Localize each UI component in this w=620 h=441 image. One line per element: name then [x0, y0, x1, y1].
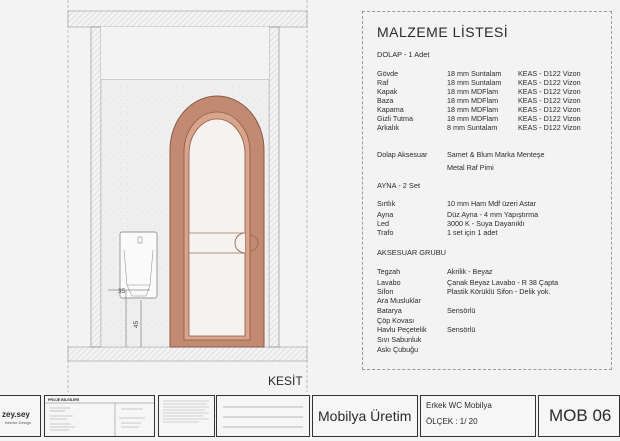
- list-item: Kapak: [377, 87, 398, 96]
- right-post: [268, 26, 280, 348]
- left-post: [90, 26, 102, 348]
- list-item: Samet & Blum Marka Menteşe: [447, 150, 545, 159]
- sheet-code: MOB 06: [549, 406, 612, 425]
- project-info-grid: [45, 402, 154, 436]
- list-item: Trafo: [377, 228, 394, 237]
- spec: 1 set için 1 adet: [447, 228, 498, 237]
- arched-mirror-frame: [169, 95, 265, 348]
- section-heading-dolap-aksesuar: Dolap Aksesuar: [377, 150, 428, 159]
- spec: 18 mm MDFlam: [447, 114, 499, 123]
- list-item: Led: [377, 219, 389, 228]
- list-item: Baza: [377, 96, 394, 105]
- project-name: Erkek WC Mobilya: [426, 401, 492, 410]
- sheet-code-box: MOB 06: [538, 395, 620, 437]
- project-scale-box: Erkek WC Mobilya ÖLÇEK : 1/ 20: [420, 395, 536, 437]
- spec: 18 mm MDFlam: [447, 87, 499, 96]
- spec: Sensörlü: [447, 325, 476, 334]
- list-item: Batarya: [377, 306, 402, 315]
- view-label: KESİT: [268, 374, 303, 388]
- discipline-title: Mobilya Üretim: [318, 408, 412, 424]
- scale-label: ÖLÇEK : 1/ 20: [426, 417, 478, 426]
- spec: Sensörlü: [447, 306, 476, 315]
- ceiling-slab: [67, 10, 308, 28]
- list-item: Lavabo: [377, 278, 401, 287]
- code: KEAS - D122 Vizon: [518, 114, 581, 123]
- logo: zey.sey: [2, 410, 30, 419]
- list-item: Havlu Peçetelik: [377, 325, 427, 334]
- code: KEAS - D122 Vizon: [518, 69, 581, 78]
- svg-text:45: 45: [133, 320, 140, 328]
- list-item: Metal Raf Pimi: [447, 163, 494, 172]
- list-item: Sırtlık: [377, 199, 396, 208]
- material-list-title: MALZEME LİSTESİ: [377, 24, 509, 40]
- logo-box: zey.sey Interior Design: [0, 395, 41, 437]
- section-heading-dolap: DOLAP - 1 Adet: [377, 50, 430, 59]
- section-heading-aksesuar-grubu: AKSESUAR GRUBU: [377, 248, 446, 257]
- list-item: Sıvı Sabunluk: [377, 335, 422, 344]
- notes-text: [163, 400, 209, 423]
- spec: 18 mm Suntalam: [447, 78, 502, 87]
- section-heading-ayna: AYNA - 2 Set: [377, 181, 420, 190]
- code: KEAS - D122 Vizon: [518, 87, 581, 96]
- revision-box: [216, 395, 310, 437]
- spec: Akrilik - Beyaz: [447, 267, 493, 276]
- spec: 3000 K - Suya Dayanıklı: [447, 219, 525, 228]
- spec: Çanak Beyaz Lavabo - R 38 Çapta: [447, 278, 559, 287]
- code: KEAS - D122 Vizon: [518, 78, 581, 87]
- list-item: Raf: [377, 78, 389, 87]
- list-item: Kapama: [377, 105, 404, 114]
- list-item: Gövde: [377, 69, 399, 78]
- material-list-panel: MALZEME LİSTESİ DOLAP - 1 Adet Gövde 18 …: [362, 11, 612, 370]
- list-item: Çöp Kovası: [377, 316, 415, 325]
- svg-text:35: 35: [118, 288, 126, 295]
- spec: Plastik Körüklü Sifon - Delik yok.: [447, 287, 551, 296]
- revision-lines: [223, 406, 303, 428]
- spec: 18 mm Suntalam: [447, 69, 502, 78]
- spec: 18 mm MDFlam: [447, 105, 499, 114]
- list-item: Ayna: [377, 210, 394, 219]
- spec: 8 mm Suntalam: [447, 123, 498, 132]
- code: KEAS - D122 Vizon: [518, 96, 581, 105]
- spec: 18 mm MDFlam: [447, 96, 499, 105]
- spec: Düz Ayna - 4 mm Yapıştırma: [447, 210, 539, 219]
- floor-slab: [67, 346, 308, 362]
- section-drawing: 35 45: [0, 0, 340, 392]
- dolap-table: Gövde 18 mm Suntalam KEAS - D122 Vizon R…: [377, 69, 609, 132]
- code: KEAS - D122 Vizon: [518, 105, 581, 114]
- spec: 10 mm Ham Mdf üzeri Astar: [447, 199, 537, 208]
- project-info-box: PROJE BİLGİLERİ: [44, 395, 155, 437]
- list-item: Sifon: [377, 287, 394, 296]
- list-item: Arkalık: [377, 123, 399, 132]
- discipline-box: Mobilya Üretim: [312, 395, 418, 437]
- list-item: Askı Çubuğu: [377, 345, 419, 354]
- list-item: Gizli Tutma: [377, 114, 413, 123]
- logo-subtitle: Interior Design: [5, 420, 32, 425]
- list-item: Tegzah: [377, 267, 401, 276]
- towel-dispenser: [119, 231, 158, 299]
- notes-box: [158, 395, 215, 437]
- list-item: Ara Musluklar: [377, 296, 421, 305]
- code: KEAS - D122 Vizon: [518, 123, 581, 132]
